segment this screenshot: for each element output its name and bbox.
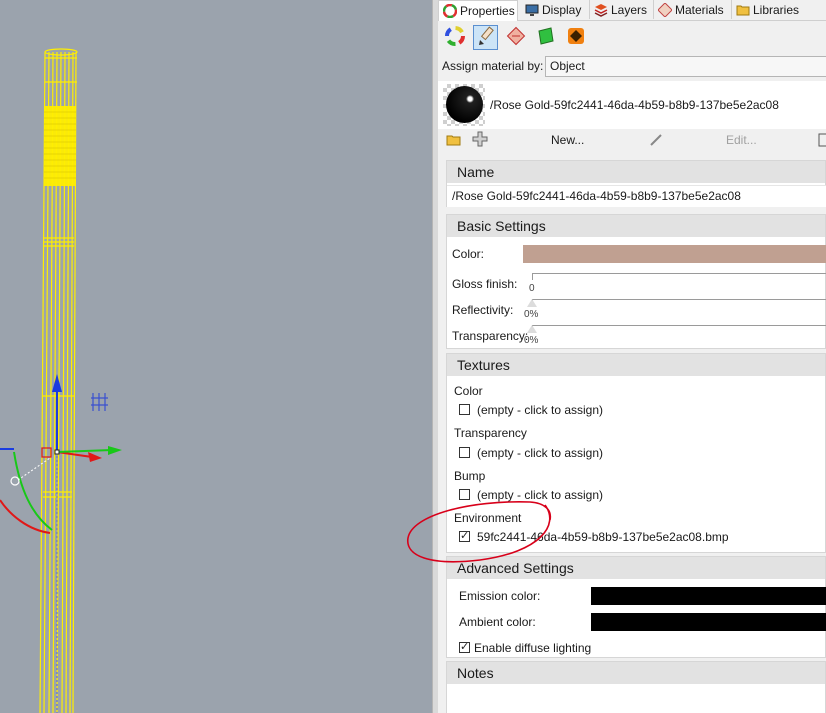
texture-mapping-button[interactable]	[533, 25, 558, 50]
pencil-icon[interactable]	[648, 132, 664, 151]
tab-libraries[interactable]: Libraries	[732, 0, 826, 19]
assign-material-select[interactable]: Object	[545, 56, 826, 77]
texture-mapping-icon	[536, 26, 556, 49]
reflectivity-slider[interactable]	[532, 299, 826, 306]
reflectivity-label: Reflectivity:	[452, 303, 514, 317]
transparency-value: 0%	[524, 335, 539, 346]
tab-display[interactable]: Display	[521, 0, 590, 19]
material-name-field[interactable]: /Rose Gold-59fc2441-46da-4b59-b8b9-137be…	[447, 185, 826, 207]
textures-section: Textures Color (empty - click to assign)…	[446, 353, 826, 553]
diffuse-lighting-checkbox[interactable]	[459, 640, 470, 653]
texture-color-checkbox[interactable]	[459, 404, 470, 415]
edit-material-button[interactable]: Edit...	[726, 133, 757, 147]
texture-color-slot[interactable]: (empty - click to assign)	[477, 403, 603, 417]
assign-material-label: Assign material by:	[442, 59, 544, 73]
basic-settings-title[interactable]: Basic Settings	[447, 215, 825, 237]
more-icon[interactable]	[818, 132, 826, 151]
assign-material-row: Assign material by: Object	[438, 55, 826, 79]
gloss-slider[interactable]	[532, 273, 826, 280]
new-material-button[interactable]: New...	[551, 133, 584, 147]
monitor-icon	[525, 3, 539, 17]
folder-icon	[736, 3, 750, 17]
texture-transparency-label: Transparency	[454, 426, 527, 440]
transparency-slider[interactable]	[532, 325, 826, 332]
color-swatch-bar[interactable]	[523, 245, 826, 263]
name-section: Name /Rose Gold-59fc2441-46da-4b59-b8b9-…	[446, 160, 826, 207]
material-library-toolbar: New... Edit...	[438, 131, 826, 153]
texture-environment-checkbox[interactable]	[459, 529, 470, 542]
texture-bump-label: Bump	[454, 469, 486, 483]
property-toolbar	[438, 20, 826, 54]
paint-brush-icon	[476, 26, 496, 49]
notes-title[interactable]: Notes	[447, 662, 825, 684]
panel-tabs: Properties Display Layers Materials Libr…	[438, 0, 826, 21]
gloss-value: 0	[529, 283, 535, 294]
texture-transparency-checkbox[interactable]	[459, 447, 470, 458]
emission-color-bar[interactable]	[591, 587, 826, 605]
color-label: Color:	[452, 247, 485, 261]
texture-transparency-slot[interactable]: (empty - click to assign)	[477, 446, 603, 460]
material-preview-name: /Rose Gold-59fc2441-46da-4b59-b8b9-137be…	[490, 98, 779, 112]
advanced-settings-section: Advanced Settings Emission color: Ambien…	[446, 556, 826, 658]
object-display-button[interactable]	[563, 25, 588, 50]
gloss-label: Gloss finish:	[452, 277, 518, 291]
color-wheel-icon	[442, 3, 458, 19]
material-preview-sphere	[446, 86, 483, 123]
texture-environment-label: Environment	[454, 511, 522, 525]
properties-panel: Properties Display Layers Materials Libr…	[438, 0, 826, 713]
orange-diamond-icon	[566, 26, 586, 49]
reflectivity-slider-thumb[interactable]	[527, 299, 537, 307]
emission-color-label: Emission color:	[459, 589, 541, 603]
material-swatch[interactable]	[443, 84, 485, 126]
name-section-title[interactable]: Name	[447, 161, 825, 183]
transparency-label: Transparency:	[452, 329, 529, 343]
viewport-3d[interactable]	[0, 0, 432, 713]
material-preview-row[interactable]: /Rose Gold-59fc2441-46da-4b59-b8b9-137be…	[438, 81, 826, 129]
texture-environment-slot[interactable]: 59fc2441-46da-4b59-b8b9-137be5e2ac08.bmp	[477, 530, 729, 544]
object-properties-button[interactable]	[442, 25, 467, 50]
ambient-color-label: Ambient color:	[459, 615, 536, 629]
materials-icon	[657, 1, 673, 18]
ambient-color-bar[interactable]	[591, 613, 826, 631]
transparency-slider-thumb[interactable]	[527, 325, 537, 333]
tab-materials[interactable]: Materials	[654, 0, 732, 19]
advanced-settings-title[interactable]: Advanced Settings	[447, 557, 825, 579]
tab-layers[interactable]: Layers	[590, 0, 654, 19]
diffuse-lighting-label: Enable diffuse lighting	[474, 641, 592, 655]
textures-title[interactable]: Textures	[447, 354, 825, 376]
material-button[interactable]	[473, 25, 498, 50]
layers-icon	[594, 3, 608, 17]
texture-bump-checkbox[interactable]	[459, 489, 470, 500]
notes-section: Notes	[446, 661, 826, 713]
decal-button[interactable]	[503, 25, 528, 50]
reflectivity-value: 0%	[524, 309, 539, 320]
add-material-icon[interactable]	[472, 131, 488, 150]
texture-bump-slot[interactable]: (empty - click to assign)	[477, 488, 603, 502]
open-folder-icon[interactable]	[446, 132, 462, 151]
tab-properties[interactable]: Properties	[438, 0, 518, 21]
color-wheel-icon	[444, 26, 465, 49]
wireframe-object	[0, 48, 122, 713]
basic-settings-section: Basic Settings Color: Gloss finish: 0 Re…	[446, 214, 826, 349]
texture-color-label: Color	[454, 384, 483, 398]
decal-icon	[506, 26, 526, 49]
